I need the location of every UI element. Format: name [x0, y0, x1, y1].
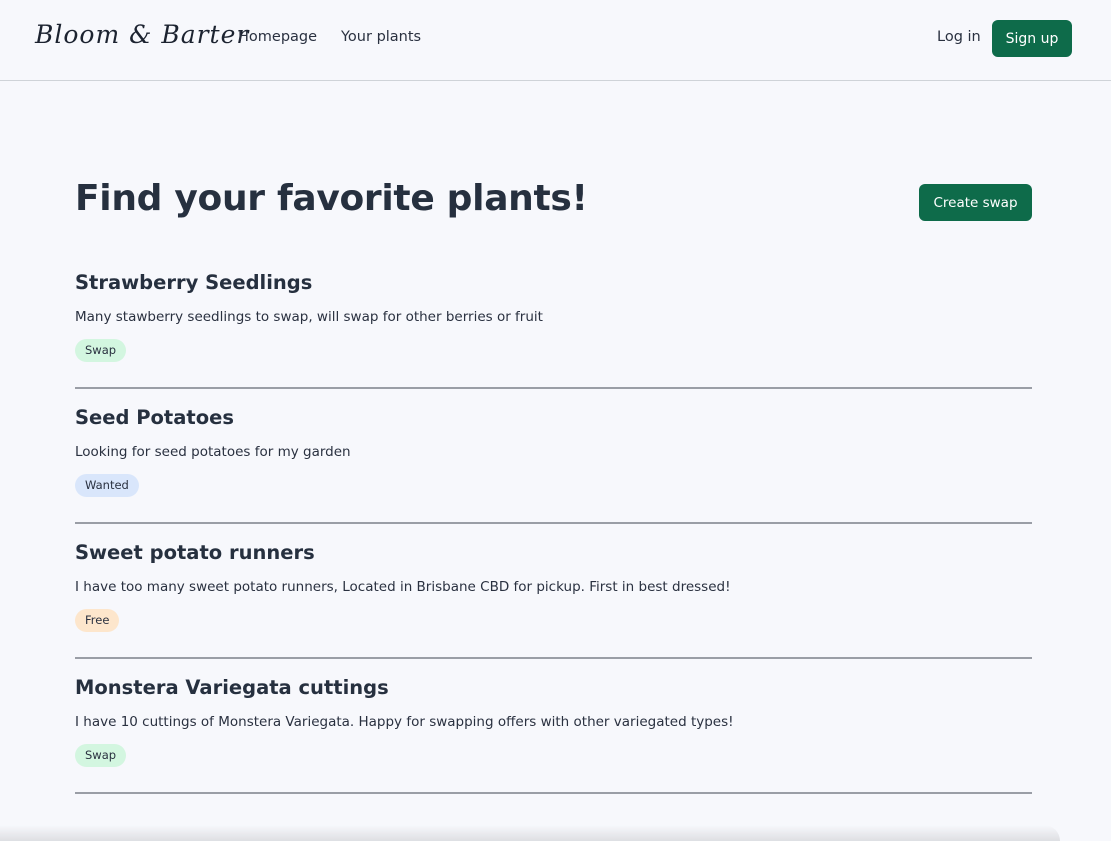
listing-item[interactable]: Monstera Variegata cuttings I have 10 cu… — [75, 660, 1032, 795]
listing-description: Many stawberry seedlings to swap, will s… — [75, 309, 543, 325]
listing-item[interactable]: Strawberry Seedlings Many stawberry seed… — [75, 255, 1032, 390]
nav-link-homepage[interactable]: Homepage — [238, 29, 317, 45]
nav-link-your-plants[interactable]: Your plants — [341, 29, 421, 45]
site-logo[interactable]: Bloom & Barter — [35, 20, 249, 49]
listing-tag-badge: Wanted — [75, 474, 139, 497]
listing-description: I have 10 cuttings of Monstera Variegata… — [75, 714, 734, 730]
listing-description: Looking for seed potatoes for my garden — [75, 444, 351, 460]
listing-divider — [75, 792, 1032, 794]
footer-shadow — [0, 825, 1060, 841]
listing-tag-badge: Swap — [75, 339, 127, 362]
listing-title[interactable]: Monstera Variegata cuttings — [75, 676, 389, 699]
create-swap-button[interactable]: Create swap — [919, 184, 1032, 221]
top-navbar: Bloom & Barter Homepage Your plants Log … — [0, 0, 1111, 81]
listing-title[interactable]: Strawberry Seedlings — [75, 271, 312, 294]
listing-tag-badge: Free — [75, 609, 120, 632]
login-link[interactable]: Log in — [937, 29, 981, 45]
listing-title[interactable]: Sweet potato runners — [75, 541, 315, 564]
listing-divider — [75, 387, 1032, 389]
listing-divider — [75, 522, 1032, 524]
listing-divider — [75, 657, 1032, 659]
listing-item[interactable]: Sweet potato runners I have too many swe… — [75, 525, 1032, 660]
listings-list: Strawberry Seedlings Many stawberry seed… — [75, 255, 1032, 795]
listing-description: I have too many sweet potato runners, Lo… — [75, 579, 731, 595]
listing-title[interactable]: Seed Potatoes — [75, 406, 234, 429]
signup-button[interactable]: Sign up — [992, 20, 1072, 57]
listing-item[interactable]: Seed Potatoes Looking for seed potatoes … — [75, 390, 1032, 525]
page-title: Find your favorite plants! — [75, 178, 588, 219]
listing-tag-badge: Swap — [75, 744, 127, 767]
